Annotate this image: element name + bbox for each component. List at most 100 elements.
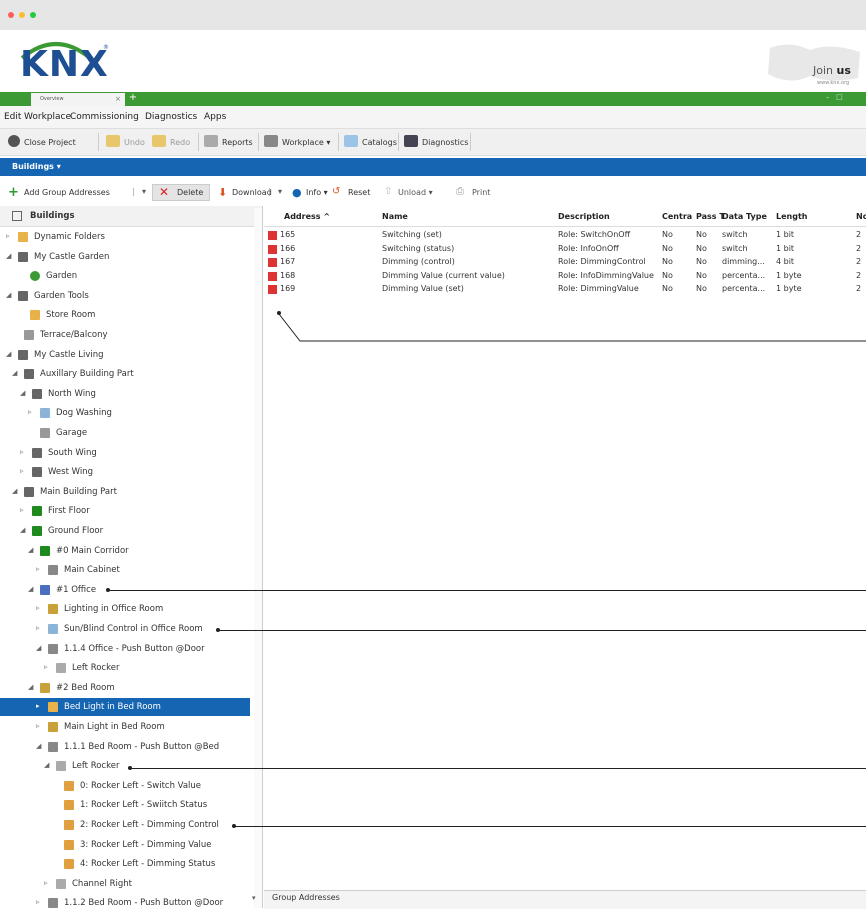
column-header[interactable]: Centra bbox=[662, 212, 692, 221]
tree-item[interactable]: 2: Rocker Left - Dimming Control bbox=[0, 816, 250, 834]
expanded-arrow-icon[interactable]: ◢ bbox=[36, 644, 41, 652]
expanded-arrow-icon[interactable]: ◢ bbox=[20, 526, 25, 534]
menu-workplace[interactable]: Workplace bbox=[24, 112, 71, 122]
tree-item[interactable]: ▹ Dog Washing bbox=[0, 404, 250, 422]
expanded-arrow-icon[interactable]: ◢ bbox=[44, 761, 49, 769]
tab-group-addresses[interactable]: Group Addresses bbox=[272, 893, 340, 902]
collapsed-arrow-icon[interactable]: ▹ bbox=[36, 604, 40, 612]
collapsed-arrow-icon[interactable]: ▹ bbox=[36, 565, 40, 573]
chevron-down-icon[interactable]: ▾ bbox=[278, 187, 282, 196]
tree-item[interactable]: ◢ Auxillary Building Part bbox=[0, 365, 250, 383]
tree-item[interactable]: ▹ Main Cabinet bbox=[0, 561, 250, 579]
tree-item[interactable]: ◢ #0 Main Corridor bbox=[0, 542, 250, 560]
expanded-arrow-icon[interactable]: ◢ bbox=[28, 585, 33, 593]
tree-item[interactable]: 3: Rocker Left - Dimming Value bbox=[0, 836, 250, 854]
close-project-button[interactable]: Close Project bbox=[24, 138, 76, 147]
download-button[interactable]: Download bbox=[232, 188, 272, 197]
tree-item[interactable]: ▹ South Wing bbox=[0, 444, 250, 462]
chevron-down-icon[interactable]: ▾ bbox=[142, 187, 146, 196]
tree-item[interactable]: ◢ #2 Bed Room bbox=[0, 679, 250, 697]
tree-item[interactable]: ▹ Lighting in Office Room bbox=[0, 600, 250, 618]
column-header[interactable]: Description bbox=[558, 212, 610, 221]
minimize-window-icon[interactable] bbox=[19, 12, 25, 18]
collapsed-arrow-icon[interactable]: ▹ bbox=[44, 663, 48, 671]
expanded-arrow-icon[interactable]: ◢ bbox=[36, 742, 41, 750]
tree-item[interactable]: ◢ 1.1.4 Office - Push Button @Door bbox=[0, 640, 250, 658]
tree-item[interactable]: Store Room bbox=[0, 306, 250, 324]
tree-item[interactable]: 4: Rocker Left - Dimming Status bbox=[0, 855, 250, 873]
collapsed-arrow-icon[interactable]: ▹ bbox=[36, 722, 40, 730]
column-header[interactable]: Name bbox=[382, 212, 408, 221]
column-header[interactable]: Length bbox=[776, 212, 807, 221]
menu-edit[interactable]: Edit bbox=[4, 112, 21, 122]
undo-button[interactable]: Undo bbox=[124, 138, 145, 147]
close-window-icon[interactable] bbox=[8, 12, 14, 18]
tree-item[interactable]: ▹ Main Light in Bed Room bbox=[0, 718, 250, 736]
expanded-arrow-icon[interactable]: ◢ bbox=[12, 487, 17, 495]
table-row[interactable]: 168 Dimming Value (current value) Role: In… bbox=[264, 270, 866, 283]
add-tab-icon[interactable]: + bbox=[128, 92, 138, 105]
catalogs-button[interactable]: Catalogs bbox=[362, 138, 397, 147]
expanded-arrow-icon[interactable]: ◢ bbox=[20, 389, 25, 397]
tree-item[interactable]: 0: Rocker Left - Switch Value bbox=[0, 777, 250, 795]
tree-item[interactable]: Terrace/Balcony bbox=[0, 326, 250, 344]
expanded-arrow-icon[interactable]: ◢ bbox=[6, 291, 11, 299]
menu-commissioning[interactable]: Commissioning bbox=[70, 112, 139, 122]
table-row[interactable]: 169 Dimming Value (set) Role: DimmingValue… bbox=[264, 283, 866, 296]
collapsed-arrow-icon[interactable]: ▹ bbox=[20, 448, 24, 456]
tree-item[interactable]: Garden bbox=[0, 267, 250, 285]
tree-item[interactable]: ◢ 1.1.1 Bed Room - Push Button @Bed bbox=[0, 738, 250, 756]
menu-apps[interactable]: Apps bbox=[204, 112, 226, 122]
tree-item[interactable]: ◢ North Wing bbox=[0, 385, 250, 403]
join-url[interactable]: www.knx.org bbox=[817, 80, 849, 86]
tree-item[interactable]: ◢ My Castle Living bbox=[0, 346, 250, 364]
table-row[interactable]: 165 Switching (set) Role: SwitchOnOff No No s… bbox=[264, 229, 866, 242]
tree-item[interactable]: ◢ Garden Tools bbox=[0, 287, 250, 305]
collapsed-arrow-icon[interactable]: ▹ bbox=[44, 879, 48, 887]
column-header[interactable]: Address ^ bbox=[284, 212, 330, 221]
expanded-arrow-icon[interactable]: ◢ bbox=[28, 546, 33, 554]
collapsed-arrow-icon[interactable]: ▹ bbox=[28, 408, 32, 416]
table-row[interactable]: 167 Dimming (control) Role: DimmingControl… bbox=[264, 256, 866, 269]
tree-item[interactable]: ▹ Sun/Blind Control in Office Room bbox=[0, 620, 250, 638]
column-header[interactable]: Pass T bbox=[696, 212, 725, 221]
tree-item[interactable]: ◢ Main Building Part bbox=[0, 483, 250, 501]
tree-item[interactable]: ▹ Dynamic Folders bbox=[0, 228, 250, 246]
tree-item[interactable]: ▹ Left Rocker bbox=[0, 659, 250, 677]
expanded-arrow-icon[interactable]: ◢ bbox=[28, 683, 33, 691]
tree-item[interactable]: ◢ My Castle Garden bbox=[0, 248, 250, 266]
tree-item[interactable]: ▹ 1.1.2 Bed Room - Push Button @Door bbox=[0, 894, 250, 912]
tree-item[interactable]: 1: Rocker Left - Swiitch Status bbox=[0, 796, 250, 814]
print-button[interactable]: Print bbox=[472, 188, 490, 197]
collapsed-arrow-icon[interactable]: ▹ bbox=[36, 624, 40, 632]
reset-button[interactable]: Reset bbox=[348, 188, 370, 197]
column-header[interactable]: No bbox=[856, 212, 866, 221]
collapsed-arrow-icon[interactable]: ▹ bbox=[6, 232, 10, 240]
tree-item[interactable]: ▹ West Wing bbox=[0, 463, 250, 481]
table-row[interactable]: 166 Switching (status) Role: InfoOnOff No No… bbox=[264, 243, 866, 256]
add-group-addresses-button[interactable]: Add Group Addresses bbox=[24, 188, 110, 197]
expanded-arrow-icon[interactable]: ◢ bbox=[6, 252, 11, 260]
unload-button[interactable]: Unload ▾ bbox=[398, 188, 433, 197]
collapsed-arrow-icon[interactable]: ▸ bbox=[36, 702, 40, 710]
chevron-down-icon[interactable]: ▾ bbox=[252, 894, 256, 902]
tree-item[interactable]: ▸ Bed Light in Bed Room bbox=[0, 698, 250, 717]
close-tab-icon[interactable]: × bbox=[115, 95, 121, 103]
expanded-arrow-icon[interactable]: ◢ bbox=[6, 350, 11, 358]
redo-button[interactable]: Redo bbox=[170, 138, 190, 147]
menu-diagnostics[interactable]: Diagnostics bbox=[145, 112, 197, 122]
tab-overview[interactable]: Overview × bbox=[31, 93, 125, 106]
column-header[interactable]: Data Type bbox=[722, 212, 767, 221]
diagnostics-button[interactable]: Diagnostics bbox=[422, 138, 468, 147]
join-us-text[interactable]: Join us bbox=[813, 64, 851, 77]
workplace-button[interactable]: Workplace ▾ bbox=[282, 138, 330, 147]
maximize-window-icon[interactable] bbox=[30, 12, 36, 18]
expanded-arrow-icon[interactable]: ◢ bbox=[12, 369, 17, 377]
tree-item[interactable]: ◢ Ground Floor bbox=[0, 522, 250, 540]
buildings-panel-title[interactable]: Buildings ▾ bbox=[0, 158, 866, 176]
collapsed-arrow-icon[interactable]: ▹ bbox=[20, 506, 24, 514]
collapsed-arrow-icon[interactable]: ▹ bbox=[36, 898, 40, 906]
tree-scrollbar[interactable] bbox=[254, 208, 262, 908]
window-controls[interactable]: – □ bbox=[826, 93, 843, 101]
tree-item[interactable]: ▹ First Floor bbox=[0, 502, 250, 520]
